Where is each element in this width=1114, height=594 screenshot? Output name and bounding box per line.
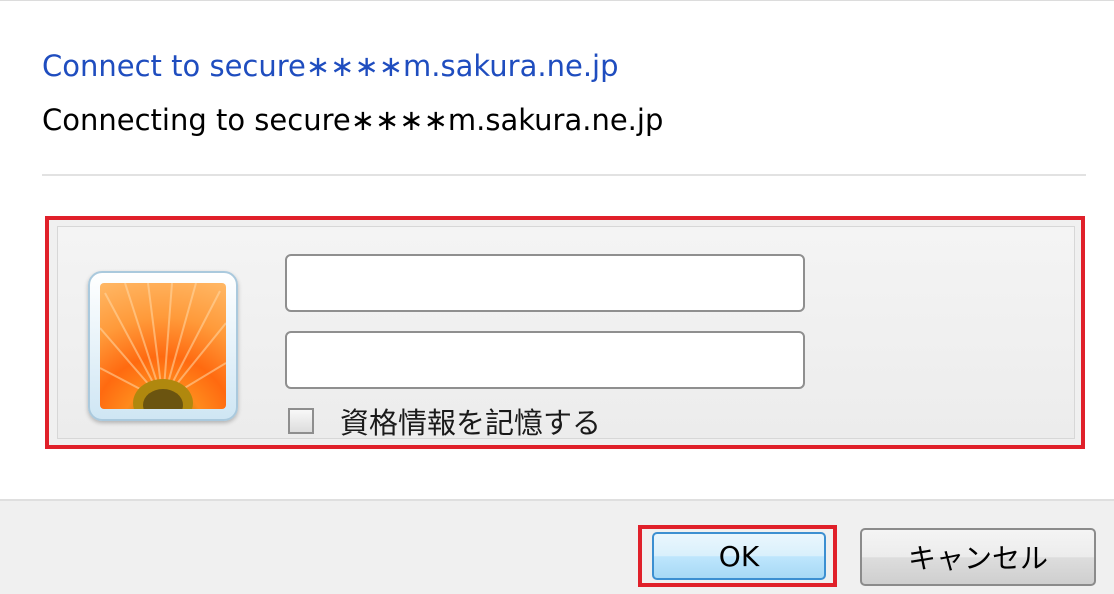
password-input[interactable]: [285, 331, 805, 389]
divider: [42, 174, 1086, 176]
dialog-title: Connect to secure∗∗∗∗m.sakura.ne.jp: [42, 49, 619, 83]
connect-dialog: Connect to secure∗∗∗∗m.sakura.ne.jp Conn…: [0, 0, 1114, 594]
user-tile-flower-icon: [100, 283, 226, 409]
avatar: [88, 271, 238, 421]
cancel-button[interactable]: キャンセル: [860, 528, 1096, 586]
dialog-subtitle: Connecting to secure∗∗∗∗m.sakura.ne.jp: [42, 103, 664, 137]
remember-checkbox[interactable]: [288, 408, 314, 434]
remember-credentials-option[interactable]: 資格情報を記憶する: [288, 403, 602, 440]
credential-tile: 資格情報を記憶する: [57, 226, 1075, 440]
ok-button[interactable]: OK: [652, 532, 826, 580]
credential-panel-highlight: 資格情報を記憶する: [45, 216, 1085, 449]
ok-button-highlight: OK: [638, 525, 837, 587]
remember-label: 資格情報を記憶する: [340, 406, 602, 440]
username-input[interactable]: [285, 254, 805, 312]
